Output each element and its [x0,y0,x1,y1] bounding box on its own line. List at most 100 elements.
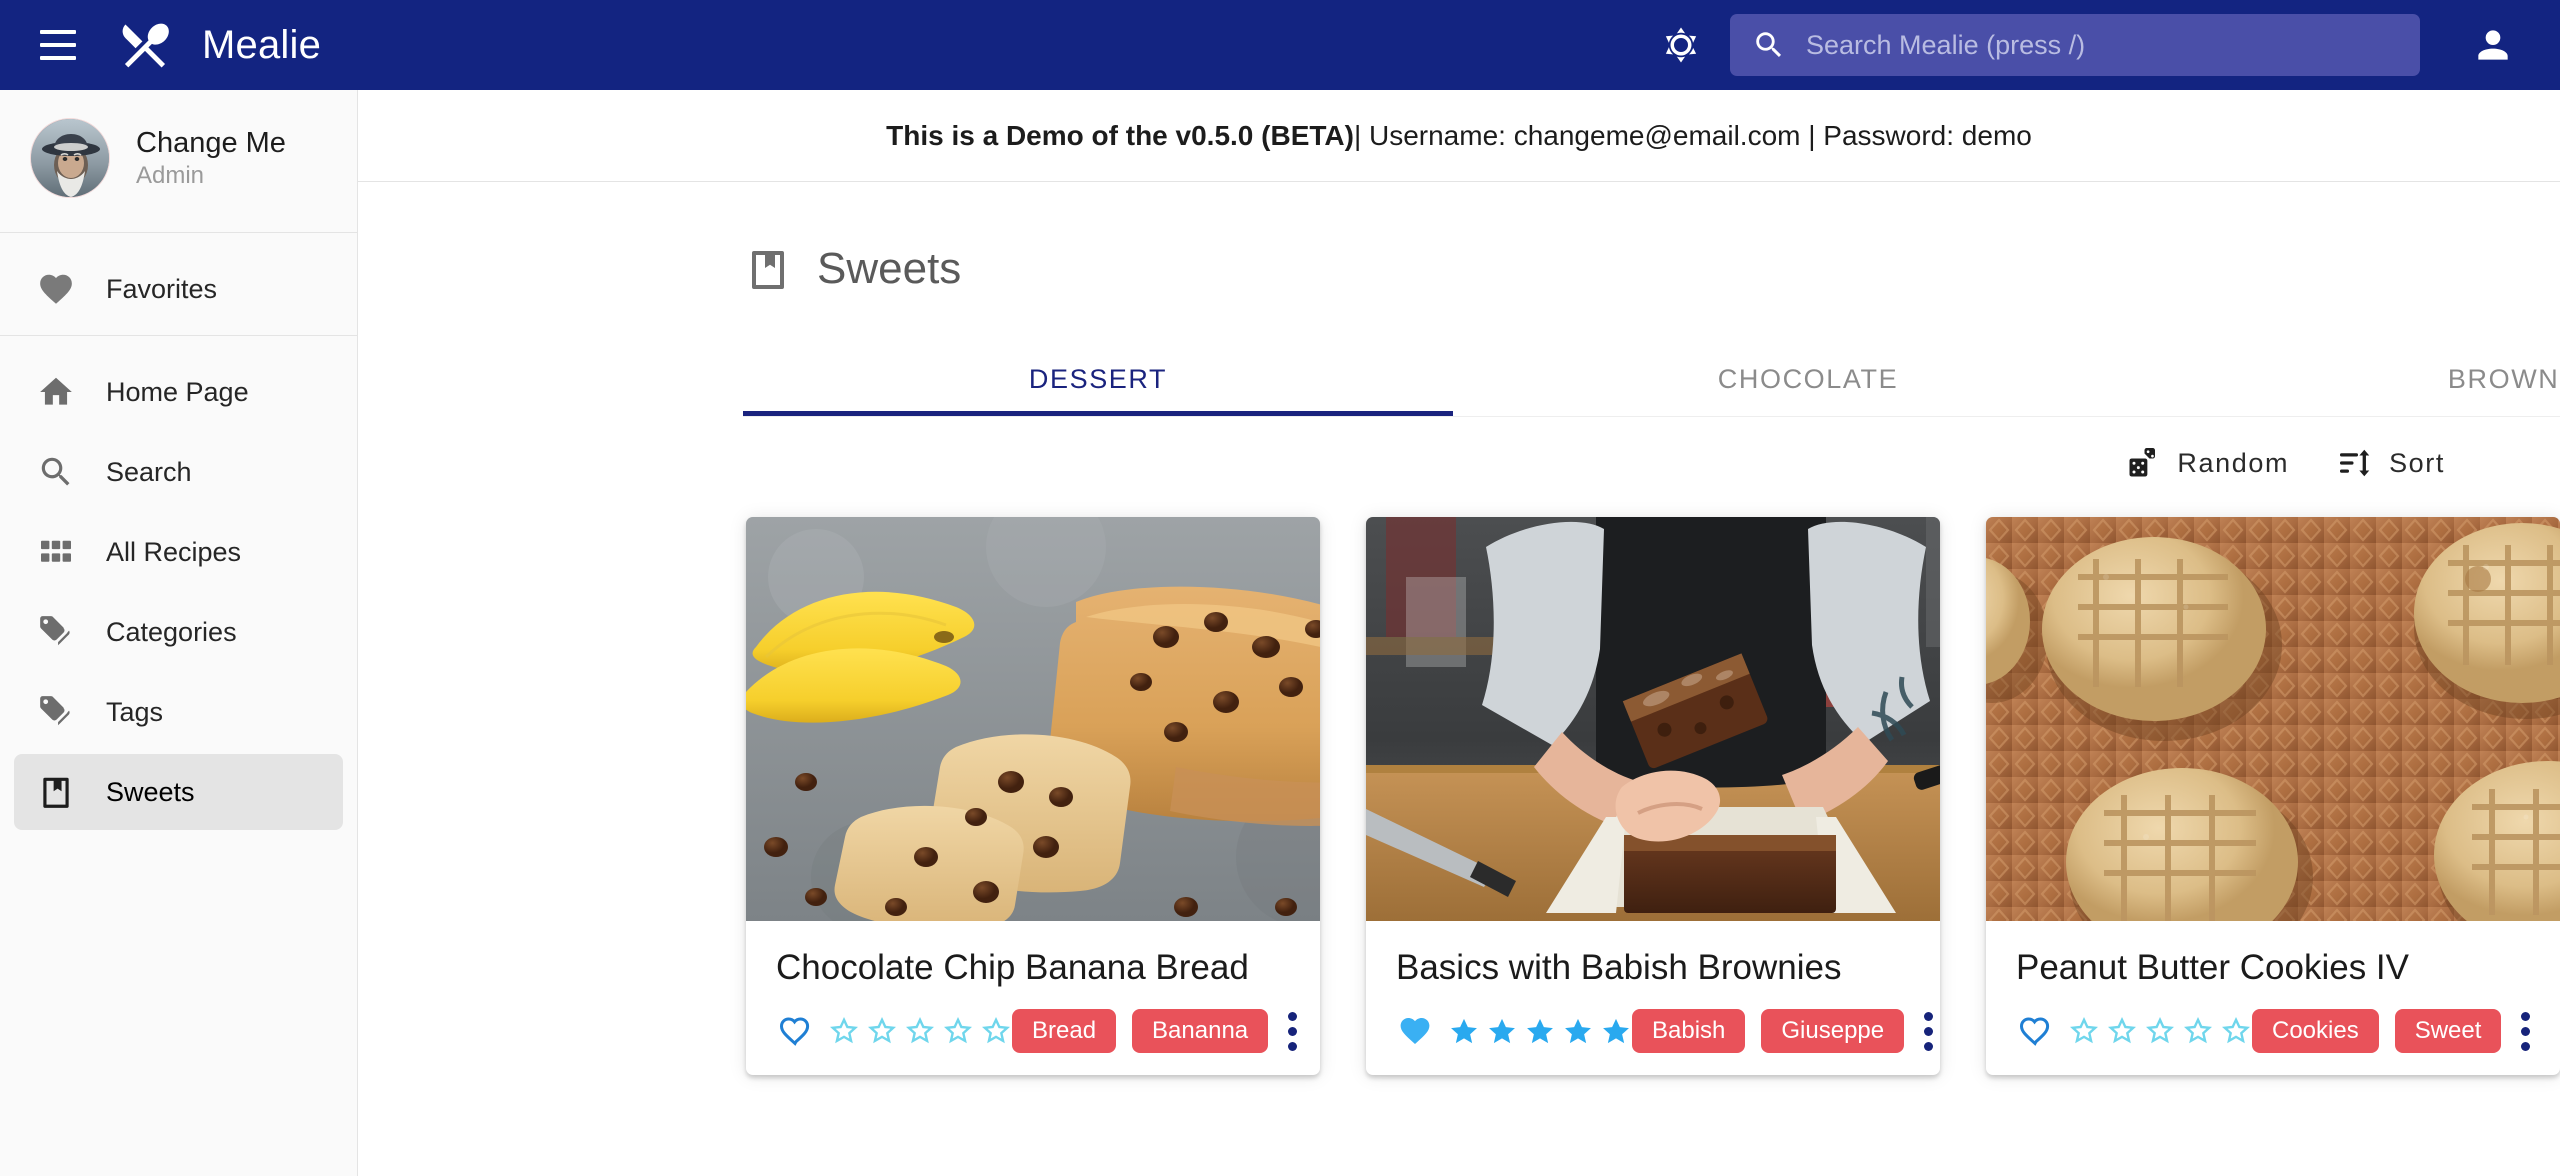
sidebar-nav: Home Page Search All Recipes Categories … [0,336,357,834]
recipe-card-meta: Cookies Sweet [2016,1009,2531,1053]
category-tabs: Dessert Chocolate Brownie [743,342,2560,416]
recipe-card-body: Basics with Babish Brownies Babish Giuse… [1366,921,1940,1075]
tab-brownie[interactable]: Brownie [2163,342,2560,416]
sidebar-item-tags[interactable]: Tags [14,674,343,750]
star-icon[interactable] [866,1015,898,1047]
sidebar-item-label-search: Search [106,456,192,487]
star-icon[interactable] [904,1015,936,1047]
star-icon[interactable] [942,1015,974,1047]
recipe-title: Chocolate Chip Banana Bread [776,948,1249,987]
recipe-tag-chips: Babish Giuseppe [1632,1009,1905,1053]
sort-variant-icon [2335,443,2375,483]
sort-button[interactable]: Sort [2335,443,2445,483]
main-content: This is a Demo of the v0.5.0 (BETA) | Us… [358,90,2560,1176]
recipe-tag-chips: Cookies Sweet [2252,1009,2502,1053]
dice-icon [2123,443,2163,483]
tag-chip[interactable]: Sweet [2394,1009,2502,1053]
tab-chocolate[interactable]: Chocolate [1453,342,2163,416]
star-icon[interactable] [828,1015,860,1047]
heart-icon [36,269,76,309]
tag-chip[interactable]: Bananna [1132,1009,1269,1053]
recipe-card[interactable]: Chocolate Chip Banana Bread Bread Banann… [746,517,1320,1075]
recipe-rating [2016,1012,2252,1050]
recipe-toolbar: Random Sort [358,417,2560,483]
tab-dessert[interactable]: Dessert [743,342,1453,416]
sidebar-favorites-group: Favorites [0,233,357,331]
hamburger-menu-icon[interactable] [30,17,86,73]
demo-banner-rest: | Username: changeme@email.com | Passwor… [1353,119,2032,151]
sidebar-item-all-recipes[interactable]: All Recipes [14,514,343,590]
search-input[interactable] [1806,29,2398,61]
random-button-label: Random [2177,447,2290,478]
star-icon[interactable] [2144,1015,2176,1047]
favorite-heart-icon[interactable] [776,1012,814,1050]
star-icon[interactable] [1524,1015,1556,1047]
recipe-title: Peanut Butter Cookies IV [2016,948,2409,987]
star-icon[interactable] [2220,1015,2252,1047]
tag-chip[interactable]: Babish [1632,1009,1746,1053]
sidebar-item-label-home-page: Home Page [106,376,249,407]
star-rating[interactable] [2068,1015,2252,1047]
account-avatar-icon[interactable] [2462,14,2524,76]
search-bar[interactable] [1730,14,2420,76]
sidebar-item-label-tags: Tags [106,696,164,727]
dots-vertical-icon[interactable] [1288,1009,1298,1053]
grid-icon [36,532,76,572]
sidebar-user-meta: Change Me Admin [136,127,286,190]
star-icon[interactable] [2106,1015,2138,1047]
tag-multiple-icon [36,612,76,652]
sort-button-label: Sort [2389,447,2445,478]
user-role: Admin [136,161,205,189]
sidebar-user-block[interactable]: Change Me Admin [0,90,357,228]
recipe-image-babish-brownies [1366,517,1940,921]
sidebar-item-search[interactable]: Search [14,434,343,510]
dots-vertical-icon[interactable] [2521,1009,2531,1053]
sidebar: Change Me Admin Favorites Home Page Sear… [0,90,358,1176]
recipe-rating [1396,1012,1632,1050]
favorite-heart-icon[interactable] [2016,1012,2054,1050]
avatar [30,118,110,198]
star-icon[interactable] [2068,1015,2100,1047]
star-icon[interactable] [1600,1015,1632,1047]
tab-active-underline [743,411,1453,416]
recipe-card[interactable]: Peanut Butter Cookies IV Cookies Sweet [1986,517,2560,1075]
search-icon [1752,28,1786,62]
book-icon [36,772,76,812]
recipe-card-meta: Babish Giuseppe [1396,1009,1934,1053]
top-app-bar: Mealie [0,0,2560,90]
star-rating[interactable] [1448,1015,1632,1047]
brightness-theme-icon[interactable] [1652,16,1710,74]
sidebar-item-favorites[interactable]: Favorites [14,251,343,327]
tag-chip[interactable]: Cookies [2252,1009,2379,1053]
recipe-card-body: Peanut Butter Cookies IV Cookies Sweet [1986,921,2560,1075]
recipe-image-peanut-butter-cookies [1986,517,2560,921]
star-icon[interactable] [980,1015,1012,1047]
brand-home-link[interactable]: Mealie [114,14,321,76]
sidebar-item-label-all-recipes: All Recipes [106,536,242,567]
sidebar-item-label-sweets: Sweets [106,776,195,807]
star-icon[interactable] [1562,1015,1594,1047]
content-area: Sweets Dessert Chocolate Brownie [358,182,2560,1176]
star-rating[interactable] [828,1015,1012,1047]
sidebar-item-sweets[interactable]: Sweets [14,754,343,830]
brand-title: Mealie [202,22,322,67]
star-icon[interactable] [2182,1015,2214,1047]
star-icon[interactable] [1486,1015,1518,1047]
tag-chip[interactable]: Giuseppe [1761,1009,1905,1053]
recipe-rating [776,1012,1012,1050]
dots-vertical-icon[interactable] [1924,1009,1934,1053]
recipe-card[interactable]: Basics with Babish Brownies Babish Giuse… [1366,517,1940,1075]
sidebar-item-home-page[interactable]: Home Page [14,354,343,430]
search-icon [36,452,76,492]
tag-chip[interactable]: Bread [1012,1009,1117,1053]
page-header: Sweets [358,182,2560,294]
favorite-heart-icon[interactable] [1396,1012,1434,1050]
demo-banner-bold: This is a Demo of the v0.5.0 (BETA) [886,119,1354,151]
random-button[interactable]: Random [2123,443,2289,483]
mealie-app: Mealie Search Mealie (press /) Change Me… [0,0,2560,1176]
star-icon[interactable] [1448,1015,1480,1047]
sidebar-item-categories[interactable]: Categories [14,594,343,670]
demo-banner: This is a Demo of the v0.5.0 (BETA) | Us… [358,90,2560,182]
user-name: Change Me [136,126,286,159]
recipe-tag-chips: Bread Bananna [1012,1009,1269,1053]
